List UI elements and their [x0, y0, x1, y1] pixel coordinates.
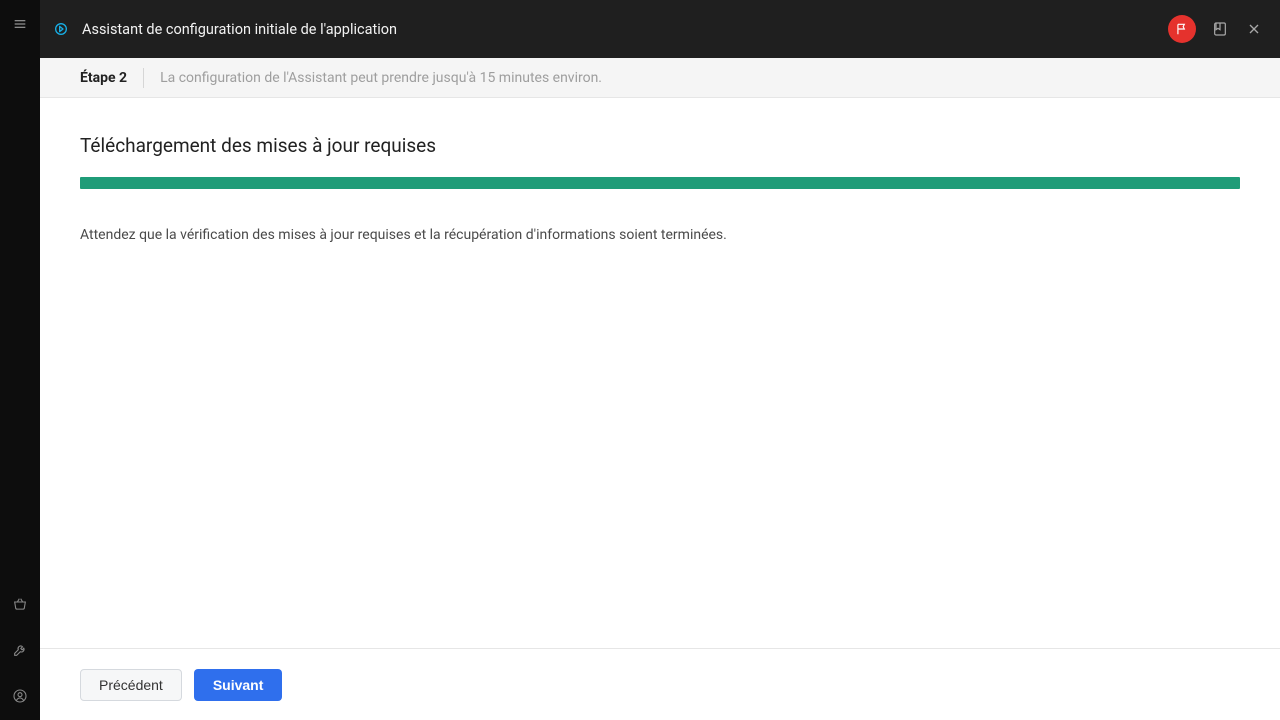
menu-icon[interactable]	[10, 14, 30, 34]
progress-bar	[80, 177, 1240, 189]
wrench-icon[interactable]	[10, 640, 30, 660]
header-title: Assistant de configuration initiale de l…	[82, 21, 397, 38]
basket-icon[interactable]	[10, 594, 30, 614]
close-icon[interactable]	[1244, 19, 1264, 39]
back-button[interactable]: Précédent	[80, 669, 182, 701]
account-icon[interactable]	[10, 686, 30, 706]
wait-text: Attendez que la vérification des mises à…	[80, 227, 1240, 243]
notifications-flag-button[interactable]	[1168, 15, 1196, 43]
wizard-icon	[52, 20, 70, 38]
sidebar	[0, 0, 40, 720]
step-bar: Étape 2 La configuration de l'Assistant …	[40, 58, 1280, 98]
next-button[interactable]: Suivant	[194, 669, 283, 701]
content-area: Téléchargement des mises à jour requises…	[40, 98, 1280, 648]
bookmark-icon[interactable]	[1210, 19, 1230, 39]
wizard-footer: Précédent Suivant	[40, 648, 1280, 720]
step-label: Étape 2	[80, 70, 127, 86]
step-description: La configuration de l'Assistant peut pre…	[160, 70, 602, 86]
divider	[143, 68, 144, 88]
section-title: Téléchargement des mises à jour requises	[80, 134, 1240, 157]
header-bar: Assistant de configuration initiale de l…	[40, 0, 1280, 58]
